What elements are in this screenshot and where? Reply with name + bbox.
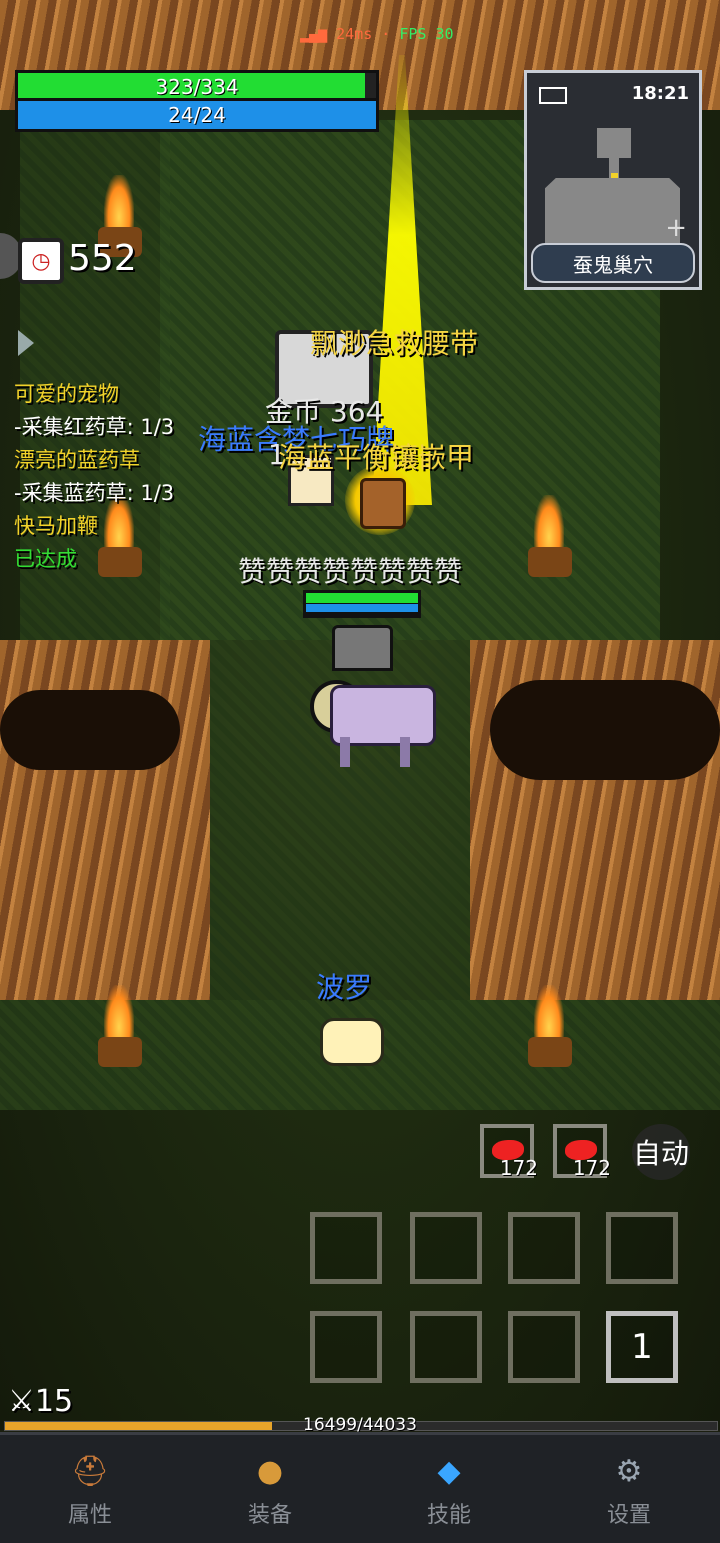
nav-skills[interactable]: ◆ 技能: [389, 1449, 509, 1529]
quest-title[interactable]: 快马加鞭: [14, 510, 174, 543]
nav-label: 技能: [426, 1503, 471, 1528]
quick-item-slot[interactable]: 172: [480, 1124, 538, 1180]
torch: [90, 985, 150, 1075]
skill-slot[interactable]: [410, 1311, 482, 1383]
sword-icon: ⚔: [8, 1384, 35, 1419]
quest-detail: -采集蓝药草: 1/3: [14, 481, 175, 505]
torch: [520, 495, 580, 585]
player-character[interactable]: [310, 625, 436, 770]
zoom-plus-icon[interactable]: +: [665, 213, 687, 243]
skill-slot-counter[interactable]: 1: [606, 1311, 678, 1383]
network-status: ▂▄▆ 24ms · FPS 30: [300, 25, 454, 43]
quick-item-slot[interactable]: 172: [553, 1124, 611, 1180]
player-health-bar: [303, 590, 421, 618]
quest-list: 可爱的宠物 -采集红药草: 1/3 漂亮的蓝药草 -采集蓝药草: 1/3 快马加…: [14, 378, 174, 576]
signal-icon: ▂▄▆: [300, 25, 328, 43]
skill-slot[interactable]: [310, 1311, 382, 1383]
item-count: 172: [499, 1156, 538, 1180]
minimap-area: [545, 178, 680, 246]
timer-value: 552: [68, 238, 137, 279]
pet-character[interactable]: [320, 1018, 384, 1066]
nav-attributes[interactable]: ⛑ 属性: [30, 1449, 150, 1529]
minimap[interactable]: 18:21 + 蚕鬼巢穴: [524, 70, 702, 290]
pet-name: 波罗: [316, 971, 373, 1004]
quest-title[interactable]: 漂亮的蓝药草: [14, 444, 174, 477]
cave-hole-left: [0, 690, 180, 770]
armor-item-icon[interactable]: [360, 478, 406, 529]
bag-icon: ●: [256, 1453, 284, 1489]
nav-settings[interactable]: ⚙ 设置: [569, 1449, 689, 1529]
clock-time: 18:21: [631, 83, 689, 104]
mp-bar: 24/24: [15, 98, 379, 132]
quest-status: 已达成: [14, 547, 77, 571]
player-name: 赞赞赞赞赞赞赞赞: [238, 555, 463, 588]
cave-hole-right: [490, 680, 720, 780]
skill-slot[interactable]: [508, 1311, 580, 1383]
nav-label: 设置: [606, 1503, 651, 1528]
auto-button[interactable]: 自动: [632, 1124, 690, 1180]
skill-slot[interactable]: [310, 1212, 382, 1284]
fps-text: FPS 30: [399, 25, 454, 43]
quest-title[interactable]: 可爱的宠物: [14, 378, 174, 411]
mp-text: 24/24: [168, 103, 226, 127]
nav-label: 属性: [67, 1503, 112, 1528]
gem-icon: ◆: [437, 1453, 461, 1489]
nav-equipment[interactable]: ● 装备: [210, 1449, 330, 1529]
torch: [520, 985, 580, 1075]
battery-icon: [539, 87, 567, 104]
drop-label-armor[interactable]: 海蓝平衡镶嵌甲: [278, 436, 474, 476]
bottom-nav: ⛑ 属性 ● 装备 ◆ 技能 ⚙ 设置: [0, 1432, 720, 1543]
gear-icon: ⚙: [615, 1453, 643, 1489]
item-count: 172: [572, 1156, 611, 1180]
quest-detail: -采集红药草: 1/3: [14, 415, 175, 439]
skill-slot[interactable]: [508, 1212, 580, 1284]
level-display: ⚔15: [8, 1384, 73, 1419]
level-value: 15: [34, 1384, 74, 1419]
ping-text: 24ms: [336, 25, 373, 43]
drop-label-belt[interactable]: 飘渺急救腰带: [310, 322, 478, 362]
hp-text: 323/334: [155, 75, 239, 99]
nav-label: 装备: [247, 1503, 292, 1528]
helmet-icon: ⛑: [70, 1453, 110, 1489]
minimap-room: [597, 128, 631, 158]
quest-toggle-arrow-icon[interactable]: [18, 330, 34, 356]
clock-icon: ◷: [18, 238, 64, 284]
location-name: 蚕鬼巢穴: [531, 243, 695, 283]
skill-slot[interactable]: [606, 1212, 678, 1284]
skill-slot[interactable]: [410, 1212, 482, 1284]
